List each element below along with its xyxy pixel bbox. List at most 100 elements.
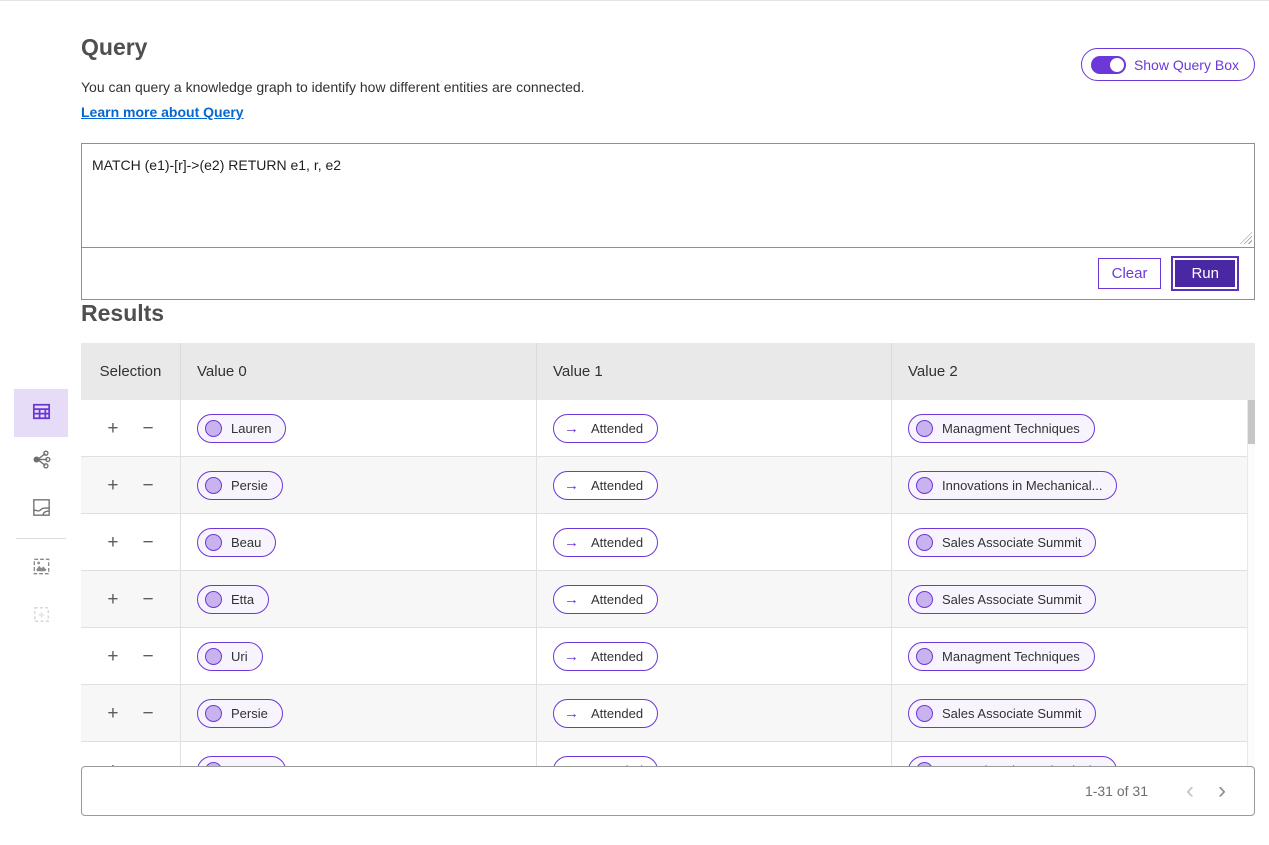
selection-cell: + − [81,628,180,684]
add-to-selection-button[interactable]: + [105,647,120,666]
relationship-pill[interactable]: → Attended [553,585,658,614]
relationship-pill[interactable]: → Attended [553,471,658,500]
entity-label: Beau [231,535,261,550]
add-to-selection-button[interactable]: + [105,761,120,767]
entity-node-icon [916,762,933,767]
entity-pill[interactable]: Persie [197,471,283,500]
entity-label: Sales Associate Summit [942,706,1081,721]
entity-pill[interactable]: Sales Associate Summit [908,528,1096,557]
column-header-value1: Value 1 [536,343,891,400]
remove-from-selection-button[interactable]: − [141,647,156,666]
sidebar-item-new-map-from-results[interactable] [14,544,68,592]
entity-node-icon [916,648,933,665]
entity-pill[interactable]: Persie [197,699,283,728]
entity-node-icon [205,648,222,665]
remove-from-selection-button[interactable]: − [141,476,156,495]
entity-node-icon [916,591,933,608]
table-view-icon [30,400,53,426]
remove-from-selection-button[interactable]: − [141,704,156,723]
query-actions-bar: Clear Run [82,248,1254,299]
value1-cell: → Attended [536,628,891,684]
main-content: Query You can query a knowledge graph to… [81,1,1255,816]
learn-more-link[interactable]: Learn more about Query [81,104,244,120]
add-to-selection-button[interactable]: + [105,419,120,438]
value0-cell: Uri [180,628,536,684]
results-heading: Results [81,300,1255,326]
entity-node-icon [916,534,933,551]
column-header-value0: Value 0 [180,343,536,400]
relationship-label: Attended [591,706,643,721]
remove-from-selection-button[interactable]: − [141,533,156,552]
relationship-pill[interactable]: → Attended [553,528,658,557]
relationship-pill[interactable]: → Attended [553,756,658,767]
entity-pill[interactable]: Managment Techniques [908,414,1095,443]
entity-node-icon [916,477,933,494]
remove-from-selection-button[interactable]: − [141,590,156,609]
table-body: + − Lauren → Attended Managment Techniqu… [81,400,1255,766]
add-to-selection-button[interactable]: + [105,704,120,723]
sidebar-item-link-chart-view[interactable] [14,437,68,485]
selection-cell: + − [81,742,180,766]
pagination-prev-button[interactable]: ‹ [1174,779,1206,803]
table-row: + − Uri → Attended Managment Techniques [81,628,1255,685]
entity-label: Sales Associate Summit [942,535,1081,550]
table-row: + − Lauren → Attended Innovations in Mec… [81,742,1255,766]
column-header-selection: Selection [81,343,180,400]
remove-from-selection-button[interactable]: − [141,419,156,438]
results-table-header: Selection Value 0 Value 1 Value 2 [81,343,1255,400]
add-to-selection-button[interactable]: + [105,533,120,552]
page-description: You can query a knowledge graph to ident… [81,79,1255,96]
results-table: Selection Value 0 Value 1 Value 2 + − La… [81,343,1255,766]
sidebar-item-map-view[interactable] [14,485,68,533]
table-row: + − Etta → Attended Sales Associate Summ… [81,571,1255,628]
table-row: + − Persie → Attended Sales Associate Su… [81,685,1255,742]
query-input[interactable]: MATCH (e1)-[r]->(e2) RETURN e1, r, e2 [82,144,1254,248]
entity-node-icon [916,705,933,722]
relationship-pill[interactable]: → Attended [553,414,658,443]
value0-cell: Lauren [180,742,536,766]
table-scrollbar[interactable] [1247,400,1255,766]
add-to-selection-button[interactable]: + [105,590,120,609]
entity-node-icon [205,591,222,608]
scrollbar-thumb[interactable] [1248,400,1255,444]
entity-pill[interactable]: Innovations in Mechanical... [908,471,1117,500]
value2-cell: Sales Associate Summit [891,685,1247,741]
entity-node-icon [205,477,222,494]
relationship-pill[interactable]: → Attended [553,699,658,728]
entity-pill[interactable]: Lauren [197,414,286,443]
clear-button[interactable]: Clear [1098,258,1162,289]
entity-label: Managment Techniques [942,421,1080,436]
sidebar-item-table-view[interactable] [14,389,68,437]
selection-tool-icon [30,603,53,629]
value1-cell: → Attended [536,685,891,741]
remove-from-selection-button[interactable]: − [141,761,156,767]
show-query-box-toggle[interactable]: Show Query Box [1081,48,1255,81]
sidebar-item-selection-tool[interactable] [14,592,68,640]
entity-pill[interactable]: Lauren [197,756,286,767]
entity-pill[interactable]: Etta [197,585,269,614]
entity-label: Uri [231,649,248,664]
query-box-card: MATCH (e1)-[r]->(e2) RETURN e1, r, e2 Cl… [81,143,1255,300]
selection-cell: + − [81,400,180,456]
pagination-range: 1-31 of 31 [1085,783,1148,799]
entity-pill[interactable]: Sales Associate Summit [908,585,1096,614]
value0-cell: Persie [180,457,536,513]
value0-cell: Etta [180,571,536,627]
selection-cell: + − [81,457,180,513]
entity-pill[interactable]: Sales Associate Summit [908,699,1096,728]
entity-node-icon [916,420,933,437]
value1-cell: → Attended [536,742,891,766]
value0-cell: Beau [180,514,536,570]
entity-pill[interactable]: Beau [197,528,276,557]
entity-pill[interactable]: Innovations in Mechanical... [908,756,1117,767]
relationship-pill[interactable]: → Attended [553,642,658,671]
pagination-next-button[interactable]: › [1206,779,1238,803]
value1-cell: → Attended [536,400,891,456]
entity-pill[interactable]: Uri [197,642,263,671]
value1-cell: → Attended [536,457,891,513]
value2-cell: Sales Associate Summit [891,571,1247,627]
run-button[interactable]: Run [1173,258,1237,289]
results-pagination-bar: 1-31 of 31 ‹ › [81,766,1255,816]
entity-pill[interactable]: Managment Techniques [908,642,1095,671]
add-to-selection-button[interactable]: + [105,476,120,495]
